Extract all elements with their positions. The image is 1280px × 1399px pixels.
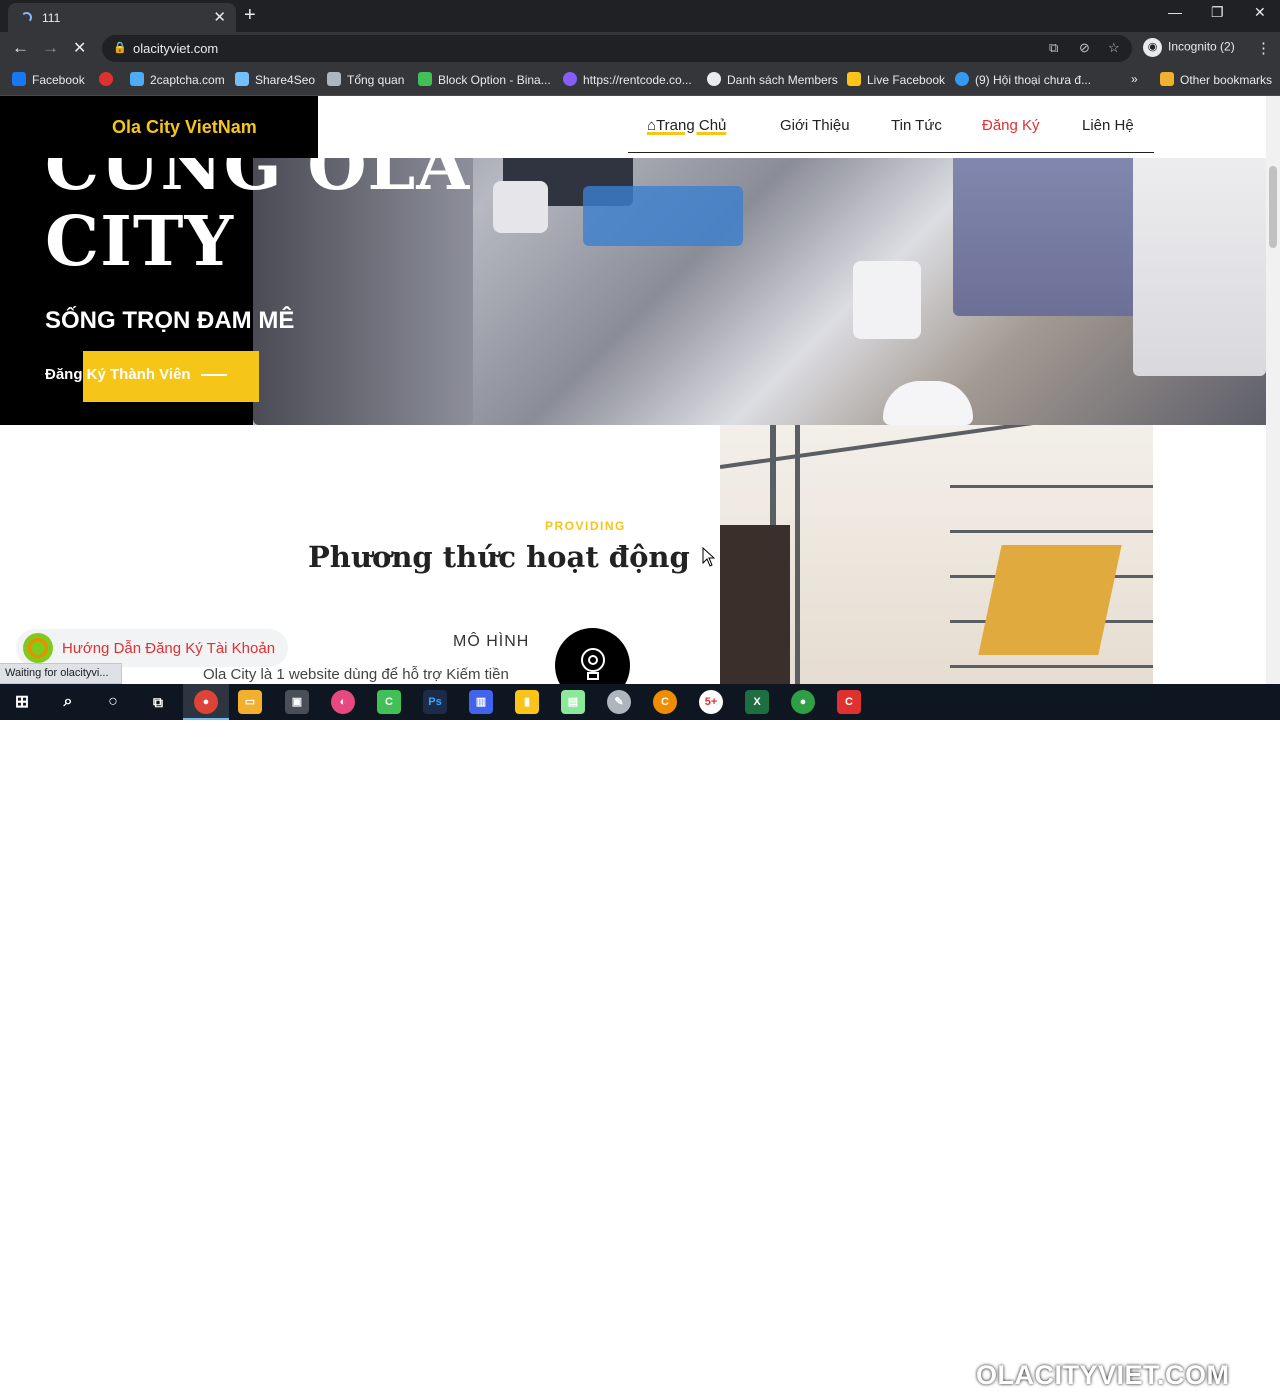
section-title: Phương thức hoạt động	[308, 540, 690, 574]
chrome-icon[interactable]: ●	[194, 690, 218, 714]
new-tab-button[interactable]: +	[244, 4, 256, 27]
chart-icon	[418, 72, 432, 86]
chrome-green-icon[interactable]: ●	[791, 690, 815, 714]
bookmark-item[interactable]	[99, 72, 119, 87]
rentcode-icon	[563, 72, 577, 86]
store-icon	[327, 72, 341, 86]
facebook-icon	[12, 72, 26, 86]
browser-tab-strip: 111 ✕ + — ❐ ✕	[0, 0, 1280, 32]
loading-spinner-icon	[21, 12, 32, 23]
bookmark-item[interactable]: 2captcha.com	[130, 72, 225, 87]
browser-tab[interactable]: 111 ✕	[8, 3, 236, 32]
address-bar[interactable]: 🔒 olacityviet.com ⧉ ⊘ ☆	[102, 35, 1132, 62]
feature-description: Ola City là 1 website dùng để hỗ trợ Kiế…	[203, 666, 509, 683]
bookmark-item[interactable]: Live Facebook	[847, 72, 945, 87]
close-tab-icon[interactable]: ✕	[213, 8, 226, 26]
more-bookmarks-button[interactable]: »	[1131, 72, 1138, 86]
other-bookmarks-folder[interactable]: Other bookmarks	[1160, 72, 1272, 87]
minimize-icon[interactable]: —	[1168, 4, 1182, 20]
star-icon[interactable]: ☆	[1108, 40, 1120, 56]
page-scrollbar[interactable]	[1266, 96, 1280, 684]
incognito-icon: ◉	[1143, 38, 1162, 57]
bookmark-item[interactable]: Danh sách Members	[707, 72, 838, 87]
captcha-icon	[130, 72, 144, 86]
messenger-icon	[955, 72, 969, 86]
bookmark-item[interactable]: (9) Hội thoại chưa đ...	[955, 72, 1091, 87]
cortana-icon[interactable]: ○	[101, 690, 125, 714]
store-icon[interactable]: ▣	[285, 690, 309, 714]
hero-title-line2: CITY	[45, 202, 235, 282]
stop-loading-icon[interactable]: ✕	[73, 38, 86, 58]
status-bubble: Waiting for olacityvi...	[0, 663, 122, 684]
lock-icon[interactable]: 🔒	[113, 41, 127, 54]
excel-icon[interactable]: X	[745, 690, 769, 714]
close-window-icon[interactable]: ✕	[1254, 4, 1266, 21]
back-icon[interactable]: ←	[12, 38, 29, 58]
app-c-icon[interactable]: C	[837, 690, 861, 714]
bookmarks-bar: Facebook 2captcha.com Share4Seo Tổng qua…	[0, 65, 1280, 96]
nav-about[interactable]: Giới Thiệu	[780, 117, 850, 134]
bookmark-item[interactable]: Share4Seo	[235, 72, 315, 87]
site-logo[interactable]: Ola City VietNam	[0, 96, 318, 158]
folder-icon	[1160, 72, 1174, 86]
help-ring-icon	[23, 633, 53, 663]
bookmark-item[interactable]: Facebook	[12, 72, 85, 87]
sticky-notes-icon[interactable]: ▮	[515, 690, 539, 714]
document-icon[interactable]: ▤	[561, 690, 585, 714]
coccoc-icon[interactable]: C	[653, 690, 677, 714]
bookmark-item[interactable]: https://rentcode.co...	[563, 72, 692, 87]
live-icon	[847, 72, 861, 86]
github-icon	[707, 72, 721, 86]
bookmark-item[interactable]: Tổng quan	[327, 72, 404, 87]
nav-home[interactable]: ⌂Trang Chủ	[647, 117, 726, 134]
paint-icon[interactable]: ◐	[331, 690, 355, 714]
watermark: OLACITYVIET.COM	[976, 1360, 1230, 1390]
tool-icon[interactable]: ✎	[607, 690, 631, 714]
help-widget[interactable]: Hướng Dẫn Đăng Ký Tài Khoản	[16, 629, 288, 667]
forward-icon[interactable]: →	[42, 38, 59, 58]
maximize-icon[interactable]: ❐	[1211, 4, 1224, 21]
windows-start-icon[interactable]: ⊞	[10, 690, 34, 714]
remote-desktop-icon[interactable]: ▥	[469, 690, 493, 714]
mouse-cursor-icon	[702, 546, 716, 572]
nav-contact[interactable]: Liên Hệ	[1082, 117, 1134, 134]
section-eyebrow: PROVIDING	[545, 519, 626, 533]
photoshop-icon[interactable]: Ps	[423, 690, 447, 714]
register-member-button[interactable]: Đăng Ký Thành Viên	[45, 366, 227, 383]
eye-off-icon[interactable]: ⊘	[1079, 40, 1090, 56]
nav-news[interactable]: Tin Tức	[891, 117, 942, 134]
menu-kebab-icon[interactable]: ⋮	[1256, 39, 1271, 57]
nav-register[interactable]: Đăng Ký	[982, 117, 1040, 134]
windows-taskbar: ⊞ ⌕ ○ ⧉ ● ▭ ▣ ◐ C Ps ▥ ▮ ▤ ✎ C 5+ X ● C …	[0, 684, 1280, 1399]
taskbar-date[interactable]: 10/10/2020	[1172, 1388, 1222, 1399]
camtasia-icon[interactable]: C	[377, 690, 401, 714]
staircase-photo	[720, 425, 1153, 684]
bookmark-item[interactable]: Block Option - Bina...	[418, 72, 551, 87]
hero-subtitle: SỐNG TRỌN ĐAM MÊ	[45, 307, 295, 334]
messenger-icon[interactable]: 5+	[699, 690, 723, 714]
site-navigation: ⌂Trang Chủ Giới Thiệu Tin Tức Đăng Ký Li…	[318, 96, 1266, 158]
feature-title: MÔ HÌNH	[453, 633, 530, 650]
scrollbar-thumb[interactable]	[1269, 166, 1277, 248]
translate-icon[interactable]: ⧉	[1049, 40, 1058, 56]
home-icon: ⌂	[647, 117, 657, 134]
page-icon	[235, 72, 249, 86]
tab-title: 111	[42, 11, 61, 25]
nav-divider	[628, 152, 1154, 153]
url-text[interactable]: olacityviet.com	[133, 41, 218, 56]
page-viewport: CÙNG OLA CITY SỐNG TRỌN ĐAM MÊ Đăng Ký T…	[0, 96, 1266, 684]
bulb-gear-icon	[555, 628, 630, 684]
task-view-icon[interactable]: ⧉	[146, 690, 170, 714]
incognito-indicator[interactable]: ◉ Incognito (2)	[1143, 38, 1235, 57]
search-icon[interactable]: ⌕	[56, 690, 80, 714]
arrow-line-icon	[200, 374, 227, 377]
browser-toolbar: ← → ✕ 🔒 olacityviet.com ⧉ ⊘ ☆ ◉ Incognito…	[0, 32, 1280, 65]
badge-icon	[99, 72, 113, 86]
file-explorer-icon[interactable]: ▭	[238, 690, 262, 714]
